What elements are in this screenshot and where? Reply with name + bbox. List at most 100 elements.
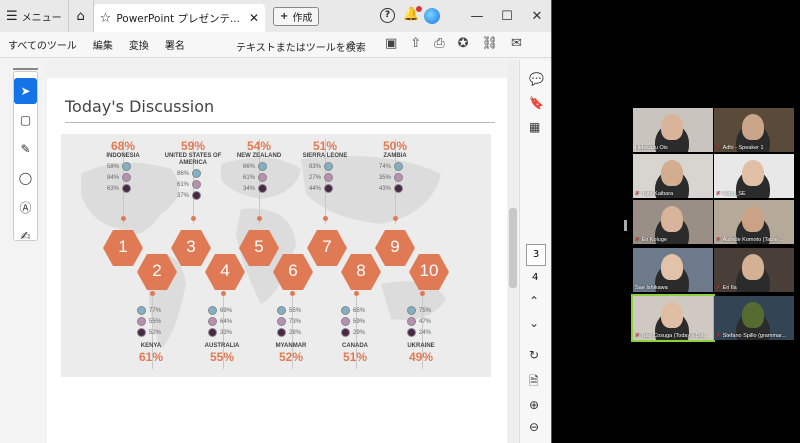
connector-pin bbox=[221, 291, 226, 296]
connector-pin bbox=[191, 216, 196, 221]
country-percentage: 55% bbox=[209, 350, 235, 364]
close-window-icon[interactable]: ✕ bbox=[522, 9, 551, 24]
home-button[interactable]: ⌂ bbox=[67, 0, 94, 32]
connector-pin bbox=[257, 216, 262, 221]
participant-name: ✗ Eri Koluge bbox=[635, 237, 667, 243]
participant-video bbox=[661, 160, 683, 186]
hexagon-label: 10 bbox=[419, 261, 439, 280]
muted-mic-icon: ✗ bbox=[716, 285, 721, 291]
participant-tile[interactable]: ✗ Nao Cosuga (Today's Dis... bbox=[631, 294, 715, 342]
sign-tool-icon[interactable]: ✍ bbox=[14, 223, 37, 249]
close-tab-icon[interactable]: ✕ bbox=[249, 11, 259, 25]
connector-pin bbox=[420, 291, 425, 296]
lasso-tool-icon[interactable]: ◯ bbox=[14, 165, 37, 191]
toolbar-all-tools[interactable]: すべてのツール bbox=[0, 37, 85, 52]
rail-handle[interactable] bbox=[13, 68, 38, 70]
new-tab-button[interactable]: + 作成 bbox=[273, 6, 320, 26]
metric-row: 37% bbox=[163, 191, 223, 200]
metric-icon bbox=[208, 306, 217, 315]
print-icon[interactable]: ⎙ bbox=[434, 36, 444, 51]
thumbnails-icon[interactable]: ▦ bbox=[529, 120, 540, 134]
scrollbar-thumb[interactable] bbox=[509, 208, 517, 288]
help-icon[interactable]: ? bbox=[380, 8, 395, 23]
refresh-icon[interactable]: ↻ bbox=[529, 348, 539, 362]
participant-tile[interactable]: ✗ Yuto Kaibara bbox=[633, 154, 713, 198]
metric-value: 69% bbox=[220, 307, 233, 314]
zoom-in-icon[interactable]: ⊕ bbox=[529, 398, 539, 412]
metric-icon bbox=[407, 306, 416, 315]
toolbar-sign[interactable]: 署名 bbox=[157, 37, 193, 52]
metric-icon bbox=[258, 184, 267, 193]
country-name: INDONESIA bbox=[106, 153, 140, 159]
bookmark-icon[interactable]: 🔖 bbox=[529, 96, 544, 110]
metric-icon bbox=[341, 328, 350, 337]
participant-name: Hidekazu Ois bbox=[635, 145, 668, 151]
metric-icon bbox=[192, 180, 201, 189]
notification-icon[interactable]: 🔔 bbox=[403, 6, 423, 22]
comments-icon[interactable]: 💬 bbox=[529, 72, 544, 86]
star-icon[interactable]: ☆ bbox=[100, 11, 112, 26]
country-name: UNITED STATES OF AMERICA bbox=[164, 153, 222, 166]
zoom-out-icon[interactable]: ⊖ bbox=[529, 420, 539, 434]
participant-tile[interactable]: ✗ Eri Ila bbox=[714, 248, 794, 292]
metric-row: 58% bbox=[93, 162, 153, 171]
participant-video bbox=[742, 114, 764, 140]
title-bar: ☰ メニュー ⌂ ☆ PowerPoint プレゼンテ... ✕ + 作成 ? … bbox=[0, 0, 551, 32]
participant-video bbox=[661, 254, 683, 280]
current-page-input[interactable]: 3 bbox=[526, 244, 546, 266]
hamburger-icon: ☰ bbox=[6, 8, 18, 24]
metric-row: 43% bbox=[365, 184, 425, 193]
participant-name-text: Stefano Spillo (grammar... bbox=[722, 333, 787, 339]
participant-tile[interactable]: ✗ Stefano Spillo (grammar... bbox=[714, 296, 794, 340]
maximize-icon[interactable]: ☐ bbox=[492, 9, 522, 24]
participant-tile[interactable]: ✗ Eri Koluge bbox=[633, 200, 713, 244]
ai-assistant-icon[interactable]: ✪ bbox=[458, 36, 469, 51]
country-percentage: 51% bbox=[312, 139, 338, 153]
metric-row: 55% bbox=[121, 317, 181, 326]
metric-value: 59% bbox=[353, 318, 366, 325]
link-icon[interactable]: ⛓ bbox=[482, 36, 499, 51]
page-down-icon[interactable]: ⌄ bbox=[529, 316, 539, 330]
country-name: NEW ZEALAND bbox=[236, 153, 282, 159]
toolbar-convert[interactable]: 変換 bbox=[121, 37, 157, 52]
upload-icon[interactable]: ⇧ bbox=[410, 36, 421, 51]
document-tab[interactable]: ☆ PowerPoint プレゼンテ... ✕ bbox=[93, 4, 266, 32]
participant-tile[interactable]: Sae Ishikawa bbox=[633, 248, 713, 292]
metric-row: 64% bbox=[192, 317, 252, 326]
acrobat-window: ☰ メニュー ⌂ ☆ PowerPoint プレゼンテ... ✕ + 作成 ? … bbox=[0, 0, 552, 443]
vertical-scrollbar[interactable] bbox=[508, 60, 518, 443]
metric-icon bbox=[324, 173, 333, 182]
connector-pin bbox=[121, 216, 126, 221]
metric-value: 44% bbox=[308, 185, 321, 192]
page-up-icon[interactable]: ⌃ bbox=[529, 294, 539, 308]
country-stat: 68% INDONESIA 58% 84% 63% bbox=[93, 139, 153, 193]
metric-value: 75% bbox=[419, 307, 432, 314]
select-tool-icon[interactable]: ➤ bbox=[14, 78, 37, 104]
menu-button[interactable]: ☰ メニュー bbox=[0, 0, 68, 32]
metric-row: 24% bbox=[391, 328, 451, 337]
participant-tile[interactable]: Hidekazu Ois bbox=[633, 108, 713, 152]
participant-video bbox=[661, 114, 683, 140]
participant-name: ✗ Adhi - Speaker 1 bbox=[716, 145, 764, 151]
avatar[interactable] bbox=[424, 8, 440, 24]
draw-tool-icon[interactable]: ✎ bbox=[14, 136, 37, 162]
save-icon[interactable]: ▣ bbox=[385, 36, 397, 51]
muted-mic-icon: ✗ bbox=[635, 237, 640, 243]
participant-tile[interactable]: ✗ Maru_SE bbox=[714, 154, 794, 198]
participant-name-text: Aishide Komoto (Table ... bbox=[722, 237, 784, 243]
minimize-icon[interactable]: — bbox=[462, 9, 492, 24]
metric-value: 61% bbox=[242, 174, 255, 181]
save-copy-icon[interactable]: 🗎 bbox=[529, 372, 539, 393]
tool-search-label[interactable]: テキストまたはツールを検索 bbox=[236, 39, 366, 54]
participant-tile[interactable]: ✗ Aishide Komoto (Table ... bbox=[714, 200, 794, 244]
comment-tool-icon[interactable]: ▢ bbox=[14, 107, 37, 133]
home-icon: ⌂ bbox=[76, 8, 85, 24]
search-icon[interactable]: ⌕ bbox=[348, 36, 355, 51]
metric-value: 24% bbox=[419, 329, 432, 336]
metric-icon bbox=[208, 317, 217, 326]
mail-icon[interactable]: ✉ bbox=[511, 36, 522, 51]
participant-tile[interactable]: ✗ Adhi - Speaker 1 bbox=[714, 108, 794, 152]
next-page-number: 4 bbox=[532, 272, 539, 283]
text-select-tool-icon[interactable]: Ⓐ bbox=[14, 194, 37, 220]
toolbar-edit[interactable]: 編集 bbox=[85, 37, 121, 52]
